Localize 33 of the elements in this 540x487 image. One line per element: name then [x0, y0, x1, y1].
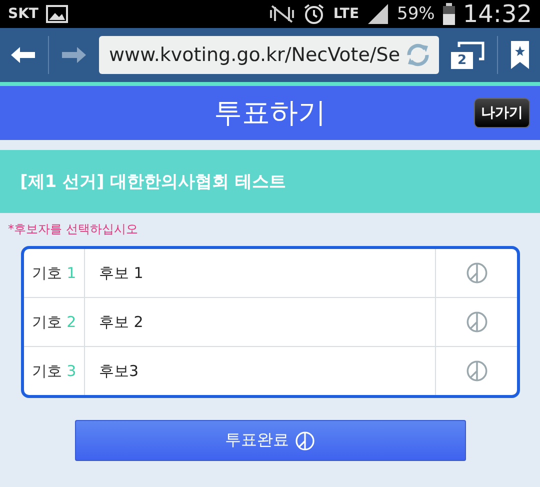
- ballot-number: 기호 2: [32, 312, 76, 332]
- candidate-name: 후보 2: [98, 312, 144, 332]
- signal-icon: [367, 4, 390, 24]
- mute-icon: [269, 4, 296, 24]
- tabs-button[interactable]: 2: [451, 41, 485, 69]
- battery-percent: 59%: [397, 4, 435, 24]
- battery-icon: [442, 3, 455, 25]
- stamp-icon: [466, 262, 488, 284]
- stamp-icon: [295, 430, 315, 450]
- back-arrow-icon[interactable]: [10, 46, 36, 64]
- alarm-icon: [303, 3, 326, 25]
- bookmark-icon[interactable]: [510, 40, 530, 70]
- image-icon: [46, 5, 68, 23]
- candidate-name: 후보3: [98, 362, 139, 380]
- page-title: 투표하기: [214, 95, 326, 131]
- vote-stamp-button[interactable]: [466, 311, 488, 333]
- exit-button[interactable]: 나가기: [474, 98, 530, 128]
- stamp-icon: [466, 360, 488, 382]
- election-title: [제1 선거] 대한한의사협회 테스트: [20, 171, 286, 193]
- instruction-text: *후보자를 선택하십시오: [8, 221, 139, 238]
- candidate-name: 후보 1: [98, 264, 144, 282]
- ballot-number: 기호 3: [32, 362, 76, 380]
- clock-time: 14:32: [462, 0, 532, 28]
- refresh-icon[interactable]: [405, 42, 431, 68]
- carrier-name: SKT: [8, 6, 38, 22]
- forward-arrow-icon[interactable]: [61, 46, 87, 64]
- vote-stamp-button[interactable]: [466, 360, 488, 382]
- stamp-icon: [466, 311, 488, 333]
- network-type: LTE: [333, 6, 360, 22]
- ballot-number: 기호 1: [32, 264, 76, 282]
- submit-vote-button[interactable]: 투표완료: [74, 420, 466, 461]
- url-field[interactable]: www.kvoting.go.kr/NecVote/Se: [99, 36, 439, 74]
- vote-stamp-button[interactable]: [466, 262, 488, 284]
